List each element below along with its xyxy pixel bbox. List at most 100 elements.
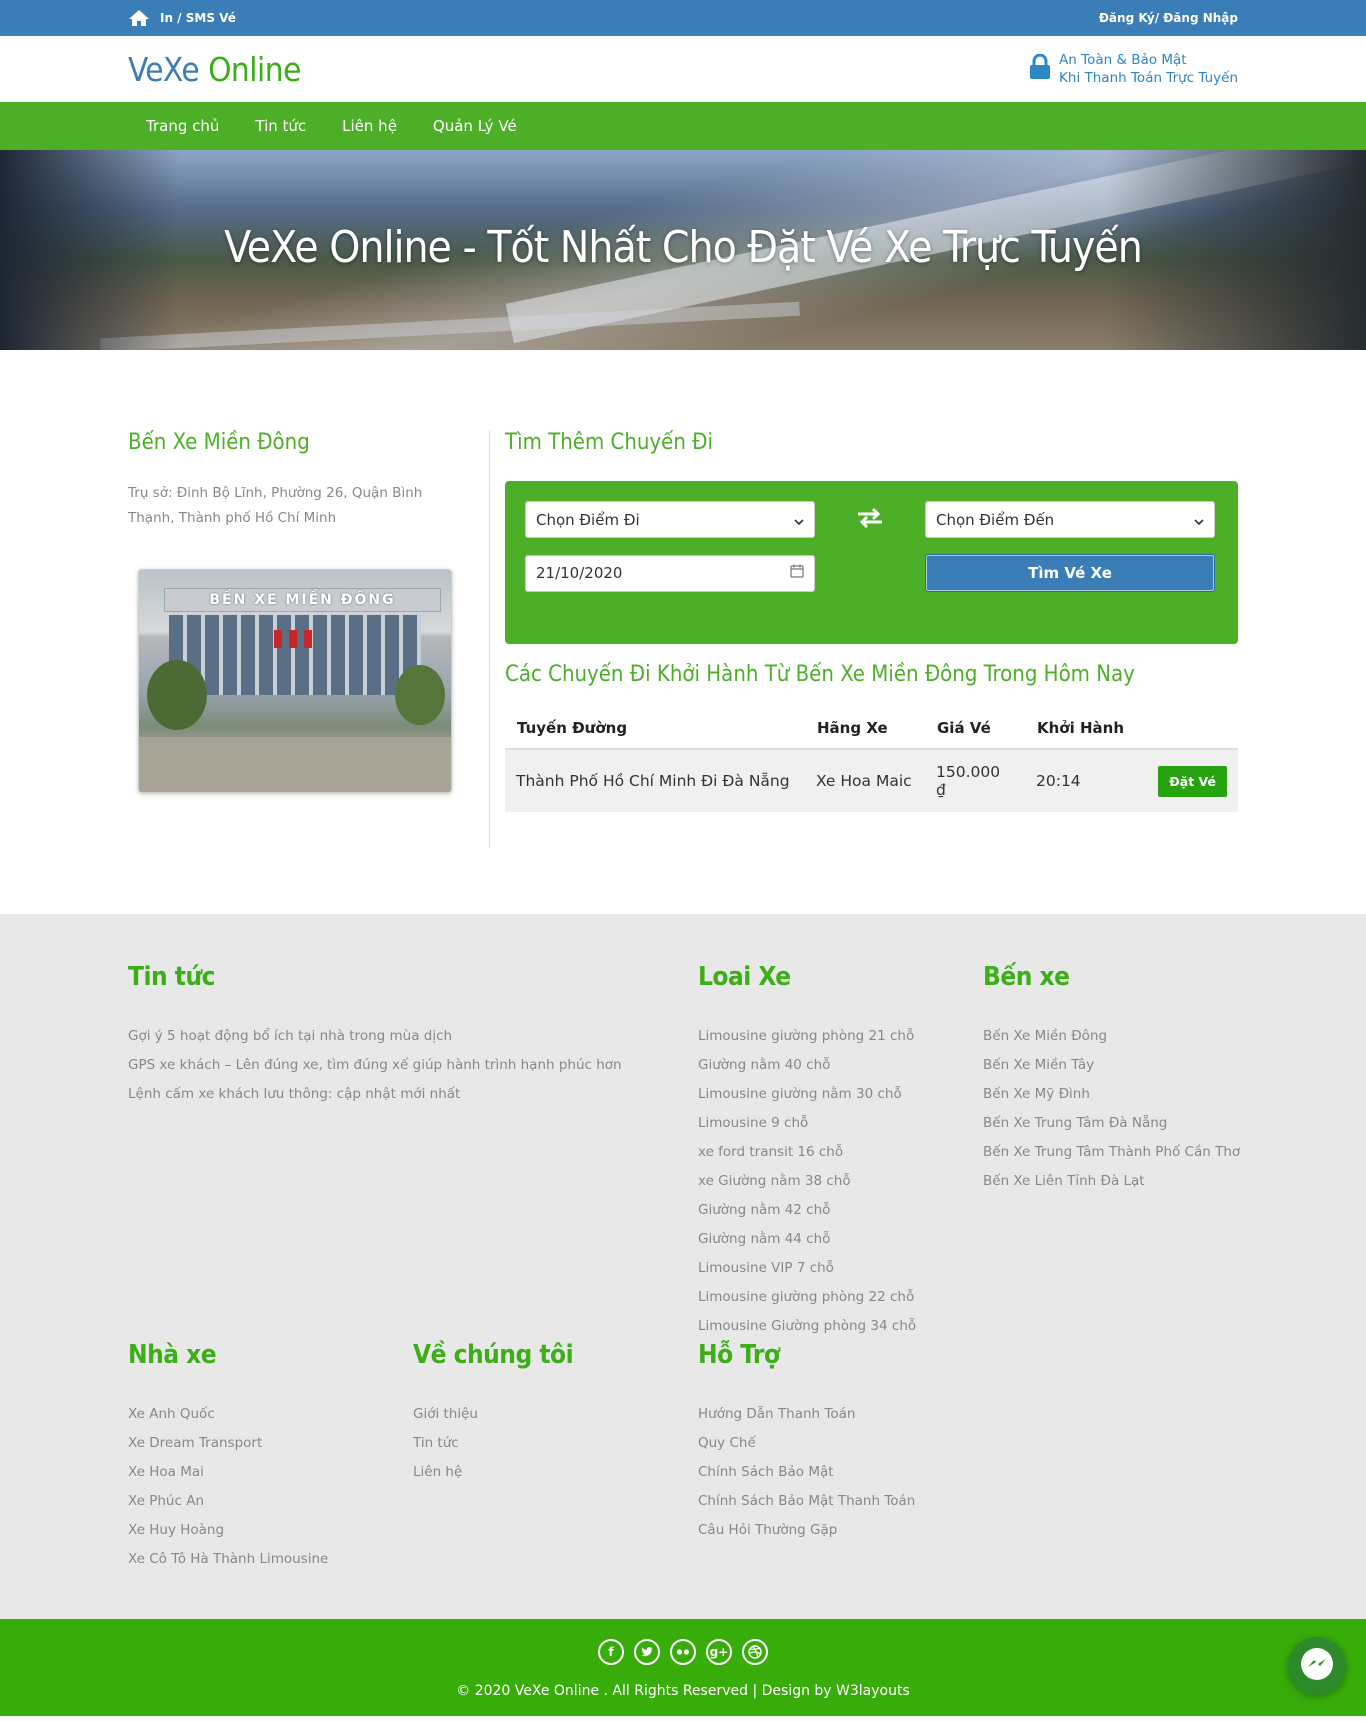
swap-direction-button[interactable] — [815, 507, 925, 532]
dribbble-icon[interactable] — [742, 1639, 768, 1665]
footer: Tin tức Gợi ý 5 hoạt động bổ ích tại nhà… — [0, 914, 1366, 1619]
footer-vehicle-type-link[interactable]: Giường nằm 44 chỗ — [698, 1225, 916, 1254]
footer-operator-link[interactable]: Xe Phúc An — [128, 1487, 328, 1516]
footer-support: Hỗ Trợ Hướng Dẫn Thanh Toán Quy Chế Chín… — [698, 1340, 915, 1545]
logo-part-2: Online — [199, 49, 301, 89]
calendar-icon[interactable] — [790, 564, 804, 582]
footer-support-link[interactable]: Quy Chế — [698, 1429, 915, 1458]
footer-support-link[interactable]: Hướng Dẫn Thanh Toán — [698, 1400, 915, 1429]
destination-select-value: Chọn Điểm Đến — [936, 510, 1055, 529]
bottom-bar: f g+ © 2020 VeXe Online . All Rights Res… — [0, 1619, 1366, 1716]
header: VeXe Online An Toàn & Bảo Mật Khi Thanh … — [0, 36, 1366, 102]
footer-station-link[interactable]: Bến Xe Mỹ Đình — [983, 1080, 1240, 1109]
footer-vehicle-type-link[interactable]: Limousine giường nằm 30 chỗ — [698, 1080, 916, 1109]
footer-operator-link[interactable]: Xe Hoa Mai — [128, 1458, 328, 1487]
main-nav: Trang chủ Tin tức Liên hệ Quản Lý Vé — [0, 102, 1366, 150]
nav-item-news[interactable]: Tin tức — [255, 117, 306, 135]
footer-operator-link[interactable]: Xe Huy Hoàng — [128, 1516, 328, 1545]
col-company: Hãng Xe — [805, 709, 925, 750]
footer-support-title: Hỗ Trợ — [698, 1340, 780, 1370]
footer-operator-link[interactable]: Xe Cô Tô Hà Thành Limousine — [128, 1545, 328, 1574]
col-departure: Khởi Hành — [1025, 709, 1143, 750]
station-info: Bến Xe Miền Đông Trụ sở: Đinh Bộ Lĩnh, P… — [128, 430, 490, 848]
footer-station-link[interactable]: Bến Xe Miền Đông — [983, 1022, 1240, 1051]
twitter-icon[interactable] — [634, 1639, 660, 1665]
departure-select-value: Chọn Điểm Đi — [536, 510, 640, 529]
banner-title: VeXe Online - Tốt Nhất Cho Đặt Vé Xe Trự… — [224, 222, 1143, 273]
home-icon[interactable] — [128, 9, 150, 27]
col-route: Tuyến Đường — [505, 709, 805, 750]
footer-support-link[interactable]: Chính Sách Bảo Mật Thanh Toán — [698, 1487, 915, 1516]
footer-station-link[interactable]: Bến Xe Trung Tâm Thành Phố Cần Thơ — [983, 1138, 1240, 1167]
footer-support-link[interactable]: Câu Hỏi Thường Gặp — [698, 1516, 915, 1545]
footer-news-link[interactable]: Lệnh cấm xe khách lưu thông: cập nhật mớ… — [128, 1080, 622, 1109]
footer-operators: Nhà xe Xe Anh Quốc Xe Dream Transport Xe… — [128, 1340, 328, 1574]
date-input-value: 21/10/2020 — [536, 564, 623, 582]
station-photo: BẾN XE MIỀN ĐÔNG — [138, 569, 452, 793]
footer-operator-link[interactable]: Xe Dream Transport — [128, 1429, 328, 1458]
nav-item-ticket-management[interactable]: Quản Lý Vé — [433, 117, 517, 135]
footer-support-link[interactable]: Chính Sách Bảo Mật — [698, 1458, 915, 1487]
footer-vehicle-type-link[interactable]: xe ford transit 16 chỗ — [698, 1138, 916, 1167]
trip-time: 20:14 — [1025, 749, 1143, 812]
nav-item-home[interactable]: Trang chủ — [146, 117, 219, 135]
login-register-link[interactable]: Đăng Ký/ Đăng Nhập — [1099, 11, 1238, 25]
station-name: Bến Xe Miền Đông — [128, 430, 310, 455]
site-logo[interactable]: VeXe Online — [128, 50, 301, 89]
footer-stations: Bến xe Bến Xe Miền Đông Bến Xe Miền Tây … — [983, 962, 1240, 1196]
flickr-icon[interactable] — [670, 1639, 696, 1665]
footer-about-link[interactable]: Liên hệ — [413, 1458, 573, 1487]
footer-vehicle-type-link[interactable]: Limousine giường phòng 22 chỗ — [698, 1283, 916, 1312]
top-bar: In / SMS Vé Đăng Ký/ Đăng Nhập — [0, 0, 1366, 36]
search-form: Chọn Điểm Đi Chọn Điểm Đến 21/10/2020 Tì… — [505, 481, 1238, 644]
date-input[interactable]: 21/10/2020 — [525, 554, 815, 592]
main-content: Bến Xe Miền Đông Trụ sở: Đinh Bộ Lĩnh, P… — [0, 350, 1366, 914]
footer-stations-title: Bến xe — [983, 962, 1070, 992]
footer-about-link[interactable]: Tin tức — [413, 1429, 573, 1458]
footer-operator-link[interactable]: Xe Anh Quốc — [128, 1400, 328, 1429]
footer-about-title: Về chúng tôi — [413, 1340, 574, 1370]
footer-vehicle-type-link[interactable]: Giường nằm 40 chỗ — [698, 1051, 916, 1080]
footer-vehicle-types-title: Loai Xe — [698, 962, 791, 992]
destination-select[interactable]: Chọn Điểm Đến — [925, 501, 1215, 538]
departure-select[interactable]: Chọn Điểm Đi — [525, 501, 815, 538]
footer-vehicle-type-link[interactable]: Limousine 9 chỗ — [698, 1109, 916, 1138]
secure-payment-notice: An Toàn & Bảo Mật Khi Thanh Toán Trực Tu… — [1029, 51, 1238, 87]
footer-news-link[interactable]: GPS xe khách – Lên đúng xe, tìm đúng xế … — [128, 1051, 622, 1080]
footer-vehicle-type-link[interactable]: xe Giường nằm 38 chỗ — [698, 1167, 916, 1196]
chevron-down-icon — [1194, 511, 1204, 529]
copyright: © 2020 VeXe Online . All Rights Reserved… — [456, 1683, 910, 1699]
messenger-chat-button[interactable] — [1288, 1637, 1346, 1695]
footer-vehicle-types: Loai Xe Limousine giường phòng 21 chỗ Gi… — [698, 962, 916, 1341]
table-row: Thành Phố Hồ Chí Minh Đi Đà Nẵng Xe Hoa … — [505, 749, 1238, 812]
trip-price: 150.000 ₫ — [925, 749, 1025, 812]
footer-news: Tin tức Gợi ý 5 hoạt động bổ ích tại nhà… — [128, 962, 622, 1109]
footer-news-link[interactable]: Gợi ý 5 hoạt động bổ ích tại nhà trong m… — [128, 1022, 622, 1051]
footer-station-link[interactable]: Bến Xe Liên Tỉnh Đà Lạt — [983, 1167, 1240, 1196]
footer-news-title: Tin tức — [128, 962, 215, 992]
chevron-down-icon — [794, 511, 804, 529]
messenger-icon — [1297, 1644, 1337, 1688]
footer-station-link[interactable]: Bến Xe Trung Tâm Đà Nẵng — [983, 1109, 1240, 1138]
secure-line-1: An Toàn & Bảo Mật — [1059, 52, 1187, 68]
col-price: Giá Vé — [925, 709, 1025, 750]
footer-vehicle-type-link[interactable]: Limousine Giường phòng 34 chỗ — [698, 1312, 916, 1341]
station-address: Trụ sở: Đinh Bộ Lĩnh, Phường 26, Quận Bì… — [128, 485, 423, 526]
facebook-icon[interactable]: f — [598, 1639, 624, 1665]
search-tickets-button[interactable]: Tìm Vé Xe — [925, 554, 1215, 592]
logo-part-1: VeXe — [128, 49, 200, 89]
breadcrumb[interactable]: In / SMS Vé — [160, 11, 236, 25]
footer-about-link[interactable]: Giới thiệu — [413, 1400, 573, 1429]
google-plus-icon[interactable]: g+ — [706, 1639, 732, 1665]
footer-vehicle-type-link[interactable]: Giường nằm 42 chỗ — [698, 1196, 916, 1225]
footer-vehicle-type-link[interactable]: Limousine giường phòng 21 chỗ — [698, 1022, 916, 1051]
trip-company: Xe Hoa Maic — [805, 749, 925, 812]
search-title: Tìm Thêm Chuyến Đi — [505, 430, 714, 455]
footer-station-link[interactable]: Bến Xe Miền Tây — [983, 1051, 1240, 1080]
trips-title: Các Chuyến Đi Khởi Hành Từ Bến Xe Miền Đ… — [505, 662, 1135, 687]
book-ticket-button[interactable]: Đặt Vé — [1158, 765, 1227, 797]
station-photo-sign: BẾN XE MIỀN ĐÔNG — [164, 588, 441, 612]
footer-vehicle-type-link[interactable]: Limousine VIP 7 chỗ — [698, 1254, 916, 1283]
nav-item-contact[interactable]: Liên hệ — [342, 117, 397, 135]
secure-line-2: Khi Thanh Toán Trực Tuyến — [1059, 70, 1238, 86]
